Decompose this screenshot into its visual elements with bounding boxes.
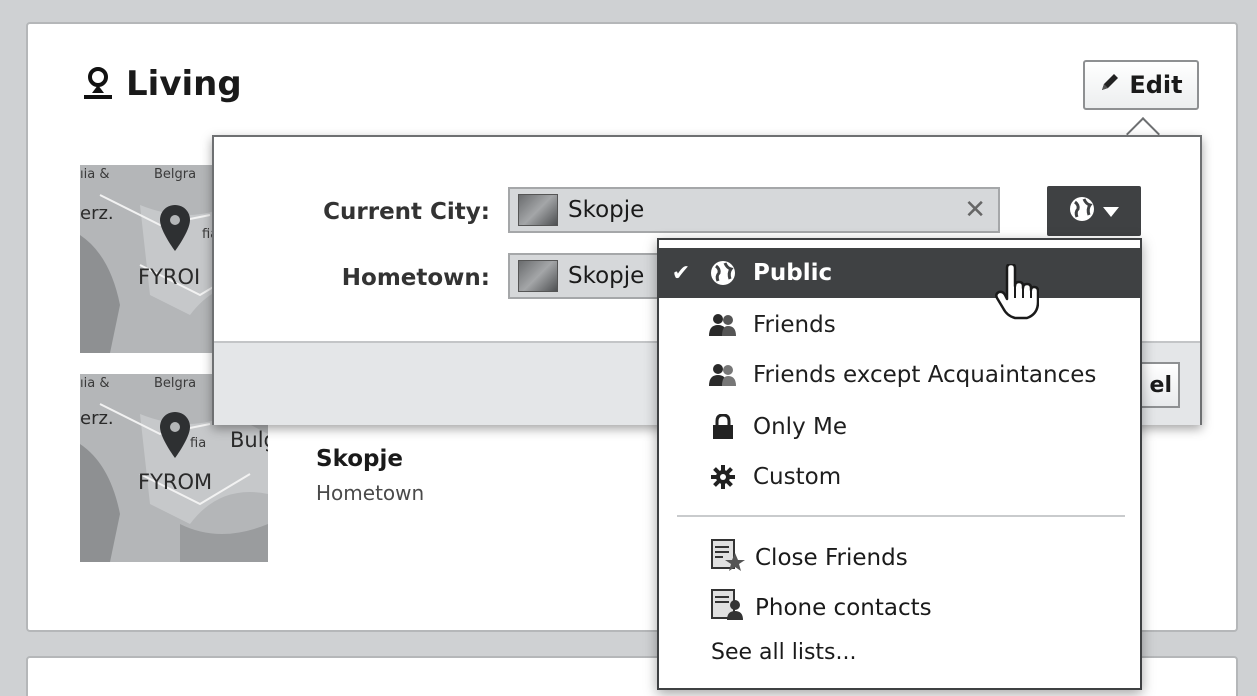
phone-contacts-icon <box>711 589 745 627</box>
menu-divider <box>677 515 1125 517</box>
map-pin-icon <box>160 205 190 251</box>
privacy-option-only-me[interactable]: Only Me <box>659 402 1140 452</box>
check-icon: ✔ <box>671 260 691 286</box>
list-label: Close Friends <box>755 545 908 571</box>
friends-except-icon <box>703 362 743 388</box>
page: Living Edit ıia & Belgra erz. fia FYROI … <box>0 0 1257 696</box>
privacy-dropdown: ✔ Public Friends Friends except Acquaint… <box>657 238 1142 690</box>
map-label: FYROI <box>138 265 201 289</box>
map-label: ıia & <box>80 376 110 391</box>
city-photo-icon <box>518 260 558 292</box>
current-city-label: Current City: <box>323 199 490 225</box>
list-label: Phone contacts <box>755 595 932 621</box>
friends-icon <box>703 312 743 338</box>
privacy-option-custom[interactable]: Custom <box>659 452 1140 502</box>
map-label: fia <box>190 436 207 451</box>
close-friends-icon <box>711 539 745 577</box>
lock-icon <box>703 414 743 440</box>
pencil-icon <box>1099 71 1121 99</box>
map-label: Belgra <box>154 167 197 182</box>
privacy-selector-button[interactable] <box>1047 186 1141 236</box>
map-label: FYROM <box>138 470 213 494</box>
edit-button-label: Edit <box>1129 71 1183 99</box>
hometown-name[interactable]: Skopje <box>316 446 403 472</box>
edit-button[interactable]: Edit <box>1083 60 1199 110</box>
hometown-subtitle: Hometown <box>316 481 425 505</box>
chevron-down-icon <box>1103 202 1119 221</box>
cancel-button-label: el <box>1149 372 1172 398</box>
map-label: ıia & <box>80 167 110 182</box>
privacy-option-label: Friends except Acquaintances <box>753 362 1097 388</box>
section-title: Living <box>80 64 242 104</box>
hometown-value: Skopje <box>568 263 645 289</box>
list-close-friends[interactable]: Close Friends <box>711 536 908 580</box>
map-label: erz. <box>80 203 114 224</box>
privacy-option-label: Custom <box>753 464 842 490</box>
section-title-text: Living <box>126 64 242 104</box>
privacy-option-friends-except-acquaintances[interactable]: Friends except Acquaintances <box>659 350 1140 400</box>
privacy-option-label: Only Me <box>753 414 847 440</box>
gear-icon <box>703 465 743 489</box>
globe-icon <box>703 260 743 286</box>
current-city-value: Skopje <box>568 197 645 223</box>
map-pin-icon <box>160 412 190 458</box>
current-city-input[interactable]: Skopje ✕ <box>508 187 1000 233</box>
location-person-icon <box>80 66 116 102</box>
privacy-option-label: Friends <box>753 312 836 338</box>
list-phone-contacts[interactable]: Phone contacts <box>711 586 932 630</box>
see-all-lists-link[interactable]: See all lists... <box>711 640 856 665</box>
map-label: Bulg <box>230 428 268 452</box>
privacy-option-friends[interactable]: Friends <box>659 300 1140 350</box>
globe-icon <box>1069 196 1095 226</box>
hometown-label: Hometown: <box>341 265 490 291</box>
map-label: Belgra <box>154 376 197 391</box>
city-photo-icon <box>518 194 558 226</box>
privacy-option-label: Public <box>753 260 833 286</box>
clear-icon[interactable]: ✕ <box>964 195 986 225</box>
map-label: erz. <box>80 408 114 429</box>
privacy-option-public[interactable]: ✔ Public <box>659 248 1140 298</box>
hand-cursor-icon <box>995 262 1040 324</box>
